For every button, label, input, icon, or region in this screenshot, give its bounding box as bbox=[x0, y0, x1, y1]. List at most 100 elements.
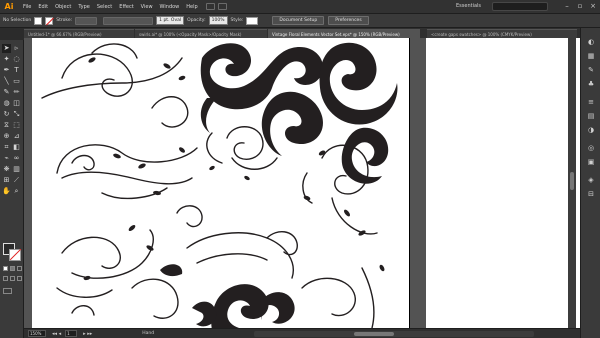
gradient-icon[interactable]: ◧ bbox=[12, 143, 21, 152]
none-icon[interactable] bbox=[17, 266, 22, 271]
tab-vintage-floral[interactable]: Vintage Floral Elements Vector Set.eps* … bbox=[268, 29, 420, 38]
type-icon[interactable]: T bbox=[12, 66, 21, 75]
search-input[interactable] bbox=[492, 2, 548, 11]
menu-view[interactable]: View bbox=[141, 4, 153, 10]
fill-stroke-widget[interactable] bbox=[3, 243, 21, 261]
color-panel-icon[interactable]: ◐ bbox=[586, 38, 596, 47]
stroke-label[interactable]: Stroke: bbox=[56, 18, 72, 23]
color-mode-row bbox=[3, 266, 22, 271]
minimize-icon[interactable]: – bbox=[563, 2, 571, 10]
menu-bar: Ai File Edit Object Type Select Effect V… bbox=[0, 0, 600, 14]
style-swatch[interactable] bbox=[246, 16, 259, 25]
current-tool-status[interactable]: Hand bbox=[142, 331, 154, 336]
draw-normal-icon[interactable] bbox=[3, 276, 8, 281]
rectangle-icon[interactable]: ▭ bbox=[12, 77, 21, 86]
rotate-icon[interactable]: ↻ bbox=[2, 110, 11, 119]
horizontal-scroll-thumb[interactable] bbox=[354, 331, 395, 336]
direct-selection-icon[interactable]: ▹ bbox=[12, 44, 21, 53]
blob-brush-icon[interactable]: ◍ bbox=[2, 99, 11, 108]
menu-select[interactable]: Select bbox=[97, 4, 112, 10]
tab-label: Untitled-1* @ 66.67% (RGB/Preview) bbox=[28, 32, 102, 37]
screen-mode-icon[interactable] bbox=[3, 288, 12, 294]
artboard-floral[interactable] bbox=[32, 38, 410, 328]
blend-icon[interactable]: ∞ bbox=[12, 154, 21, 163]
eyedropper-icon[interactable]: ⌁ bbox=[2, 154, 11, 163]
menu-type[interactable]: Type bbox=[78, 4, 89, 10]
tab-gaps-swatches[interactable]: <create gaps swatches> @ 100% (CMYK/Prev… bbox=[427, 29, 577, 38]
stroke-color-icon[interactable] bbox=[9, 249, 21, 261]
tab-untitled[interactable]: Untitled-1* @ 66.67% (RGB/Preview) bbox=[24, 29, 134, 38]
appearance-icon[interactable]: ◎ bbox=[586, 144, 596, 153]
menu-file[interactable]: File bbox=[23, 4, 31, 10]
pencil-icon[interactable]: ✏ bbox=[12, 88, 21, 97]
artboard-icon[interactable]: ⊞ bbox=[2, 176, 11, 185]
perspective-icon[interactable]: ⊿ bbox=[12, 132, 21, 141]
layers-icon[interactable]: ◈ bbox=[586, 176, 596, 185]
close-icon[interactable]: × bbox=[589, 2, 597, 10]
workspace-switcher[interactable]: Essentials bbox=[456, 3, 481, 9]
lasso-icon[interactable]: ◌ bbox=[12, 55, 21, 64]
menu-icon-group bbox=[205, 3, 227, 10]
transparency-icon[interactable]: ◑ bbox=[586, 126, 596, 135]
vertical-scrollbar[interactable] bbox=[568, 38, 576, 328]
artboard-next-icon[interactable]: ▸ ▸▸ bbox=[83, 331, 92, 337]
color-icon[interactable] bbox=[3, 266, 8, 271]
restore-icon[interactable]: ▫ bbox=[576, 2, 584, 10]
document-tabs: Untitled-1* @ 66.67% (RGB/Preview) swirl… bbox=[24, 28, 580, 38]
graphic-styles-icon[interactable]: ▣ bbox=[586, 158, 596, 167]
selection-icon[interactable]: ➤ bbox=[2, 44, 11, 53]
menu-window[interactable]: Window bbox=[160, 4, 180, 10]
fill-swatch[interactable] bbox=[34, 16, 43, 25]
hand-icon[interactable]: ✋ bbox=[2, 187, 11, 196]
magic-wand-icon[interactable]: ✦ bbox=[2, 55, 11, 64]
opacity-field[interactable]: 100% bbox=[208, 16, 228, 25]
gradient-mode-icon[interactable] bbox=[10, 266, 15, 271]
tab-swirls[interactable]: swirls.ai* @ 100% (<Opacity Mask>/Opacit… bbox=[135, 29, 267, 38]
width-icon[interactable]: ⧖ bbox=[2, 121, 11, 130]
tool-grid: ➤ ▹ ✦ ◌ ✒ T ╲ ▭ ✎ ✏ ◍ ◫ ↻ ⤡ ⧖ ⬚ ⊕ ⊿ ⌗ ◧ … bbox=[2, 44, 22, 196]
zoom-icon[interactable]: ⌕ bbox=[12, 187, 21, 196]
pen-icon[interactable]: ✒ bbox=[2, 66, 11, 75]
swatches-icon[interactable]: ▦ bbox=[586, 52, 596, 61]
arrange-documents-icon[interactable] bbox=[217, 3, 227, 10]
symbol-sprayer-icon[interactable]: ❋ bbox=[2, 165, 11, 174]
zoom-field[interactable]: 150% bbox=[28, 330, 46, 337]
menu-object[interactable]: Object bbox=[55, 4, 71, 10]
symbols-icon[interactable]: ♣ bbox=[586, 80, 596, 89]
artboard-prev-icon[interactable]: ◂◂ ◂ bbox=[52, 331, 61, 337]
stroke-icon[interactable]: ≡ bbox=[586, 98, 596, 107]
brushes-icon[interactable]: ✎ bbox=[586, 66, 596, 75]
stroke-weight-dropdown[interactable] bbox=[75, 16, 98, 25]
menu-edit[interactable]: Edit bbox=[38, 4, 48, 10]
shape-builder-icon[interactable]: ⊕ bbox=[2, 132, 11, 141]
slice-icon[interactable]: ⟋ bbox=[12, 176, 21, 185]
draw-inside-icon[interactable] bbox=[17, 276, 22, 281]
stroke-swatch[interactable] bbox=[45, 16, 54, 25]
vertical-scroll-thumb[interactable] bbox=[570, 172, 574, 190]
artboards-icon[interactable]: ⊟ bbox=[586, 190, 596, 199]
scale-icon[interactable]: ⤡ bbox=[12, 110, 21, 119]
preferences-button[interactable]: Preferences bbox=[328, 16, 369, 25]
line-icon[interactable]: ╲ bbox=[2, 77, 11, 86]
tools-panel: ➤ ▹ ✦ ◌ ✒ T ╲ ▭ ✎ ✏ ◍ ◫ ↻ ⤡ ⧖ ⬚ ⊕ ⊿ ⌗ ◧ … bbox=[0, 40, 24, 338]
bridge-icon[interactable] bbox=[205, 3, 215, 10]
variable-width-dropdown[interactable] bbox=[103, 16, 154, 25]
free-transform-icon[interactable]: ⬚ bbox=[12, 121, 21, 130]
draw-behind-icon[interactable] bbox=[10, 276, 15, 281]
paintbrush-icon[interactable]: ✎ bbox=[2, 88, 11, 97]
document-setup-button[interactable]: Document Setup bbox=[272, 16, 325, 25]
menu-effect[interactable]: Effect bbox=[119, 4, 133, 10]
eraser-icon[interactable]: ◫ bbox=[12, 99, 21, 108]
mesh-icon[interactable]: ⌗ bbox=[2, 143, 11, 152]
horizontal-scrollbar[interactable] bbox=[254, 330, 535, 337]
menu-help[interactable]: Help bbox=[186, 4, 197, 10]
canvas-area[interactable] bbox=[24, 38, 580, 328]
artboard-empty[interactable] bbox=[426, 38, 580, 328]
opacity-label[interactable]: Opacity: bbox=[187, 18, 206, 23]
gradient-panel-icon[interactable]: ▤ bbox=[586, 112, 596, 121]
tab-label: Vintage Floral Elements Vector Set.eps* … bbox=[272, 32, 400, 37]
artboard-number-field[interactable]: 1 bbox=[65, 330, 78, 337]
brush-definition[interactable]: 1 pt. Oval bbox=[156, 16, 185, 25]
status-bar: 150% ◂◂ ◂ 1 ▸ ▸▸ Hand bbox=[24, 328, 580, 338]
graph-icon[interactable]: ▥ bbox=[12, 165, 21, 174]
